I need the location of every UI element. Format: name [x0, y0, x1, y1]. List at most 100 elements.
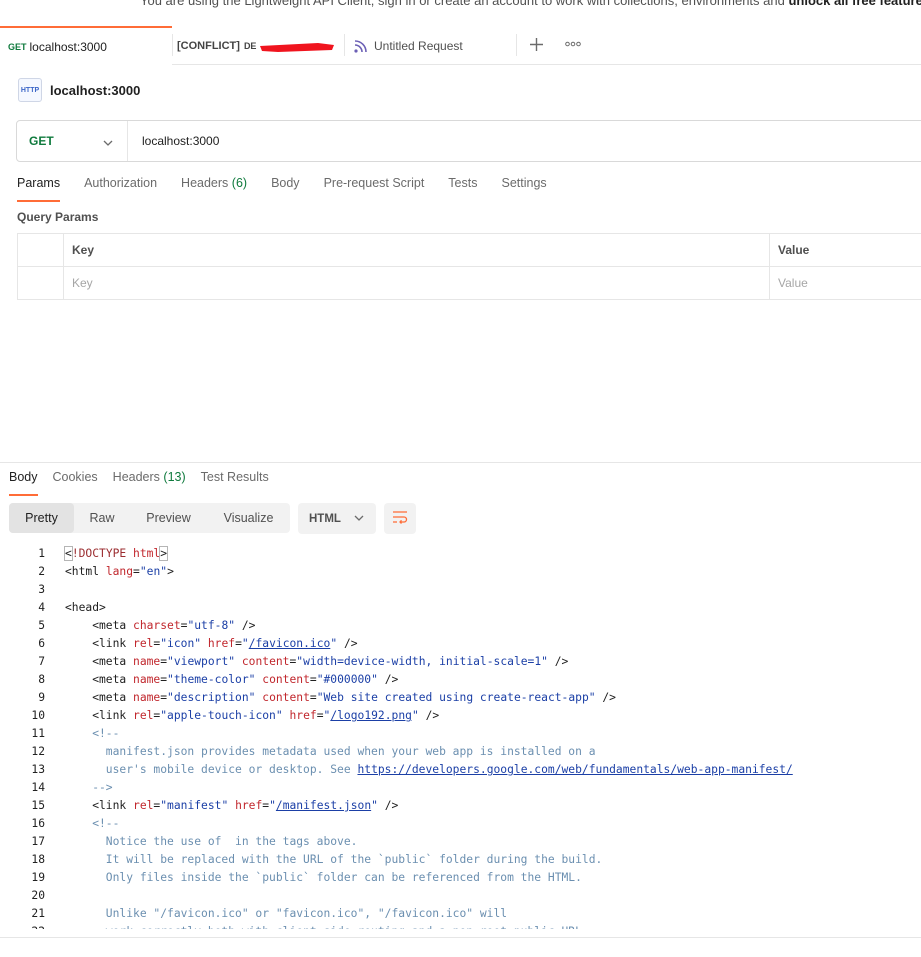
code-token: /> — [337, 637, 358, 650]
code-token: name — [133, 655, 161, 668]
code-link[interactable]: /favicon.ico — [249, 637, 331, 650]
tab-method-badge: GET — [8, 41, 27, 52]
tab-response-headers-label: Headers — [112, 470, 160, 484]
code-token: "theme-color" — [167, 673, 256, 686]
code-link[interactable]: /logo192.png — [330, 709, 412, 722]
line-number: 13 — [31, 763, 45, 776]
plus-icon[interactable] — [528, 36, 545, 56]
line-number: 22 — [0, 923, 45, 929]
language-value: HTML — [309, 512, 341, 525]
tab-body[interactable]: Body — [271, 176, 300, 202]
code-token: lang — [105, 565, 134, 578]
code-token: "utf-8" — [187, 619, 236, 632]
tab-tests[interactable]: Tests — [448, 176, 477, 202]
code-token: "description" — [167, 691, 256, 704]
code-token: <html — [65, 565, 106, 578]
code-link[interactable]: /manifest.json — [276, 799, 371, 812]
tab-response-body[interactable]: Body — [9, 470, 38, 496]
code-line: 7 <meta name="viewport" content="width=d… — [0, 653, 921, 671]
line-content: <!DOCTYPE html> — [45, 545, 169, 563]
tab-headers[interactable]: Headers (6) — [181, 176, 247, 202]
code-token: name — [133, 673, 161, 686]
line-number: 14 — [31, 781, 45, 794]
tab-test-results[interactable]: Test Results — [201, 470, 269, 496]
code-line: 6 <link rel="icon" href="/favicon.ico" /… — [0, 635, 921, 653]
method-select[interactable]: GET — [17, 121, 128, 161]
key-column-header: Key — [63, 234, 769, 266]
code-token: !DOCTYPE — [71, 547, 134, 560]
preview-button[interactable]: Preview — [130, 503, 207, 533]
line-content: user's mobile device or desktop. See htt… — [45, 761, 793, 779]
redaction-mark — [260, 43, 334, 52]
line-content: Only files inside the `public` folder ca… — [45, 869, 582, 887]
url-bar: GET localhost:3000 — [16, 120, 921, 162]
code-token: It will be replaced with the URL of the … — [65, 853, 603, 866]
line-content: work correctly both with client-side rou… — [45, 923, 589, 929]
code-token: = — [309, 691, 317, 704]
code-token: name — [133, 691, 161, 704]
code-line: 19 Only files inside the `public` folder… — [0, 869, 921, 887]
code-line: 16 <!-- — [0, 815, 921, 833]
code-line: 20 — [0, 887, 921, 905]
response-tabs: Body Cookies Headers (13) Test Results — [9, 470, 284, 496]
raw-button[interactable]: Raw — [74, 503, 130, 533]
tab-label: Untitled Request — [374, 38, 463, 53]
code-line: 15 <link rel="manifest" href="/manifest.… — [0, 797, 921, 815]
code-token: " — [411, 709, 419, 722]
banner-link[interactable]: unlock all free features in — [788, 0, 921, 8]
code-token: "apple-touch-icon" — [160, 709, 283, 722]
tab-params[interactable]: Params — [17, 176, 61, 202]
line-content: <meta name="description" content="Web si… — [45, 689, 616, 707]
pretty-button[interactable]: Pretty — [9, 503, 74, 533]
code-line: 8 <meta name="theme-color" content="#000… — [0, 671, 921, 689]
code-token: Notice the use of in the tags above. — [65, 835, 358, 848]
line-content: <link rel="manifest" href="/manifest.jso… — [45, 797, 398, 815]
tab-response-headers[interactable]: Headers (13) — [113, 470, 186, 496]
key-input[interactable]: Key — [63, 267, 769, 299]
pane-divider[interactable] — [0, 462, 921, 463]
code-token: rel — [133, 799, 154, 812]
more-horizontal-icon[interactable] — [565, 38, 581, 53]
row-checkbox-cell — [17, 267, 63, 299]
code-token: = — [316, 709, 324, 722]
request-title[interactable]: localhost:3000 — [50, 83, 140, 98]
wrap-lines-button[interactable] — [384, 503, 416, 534]
code-token: href — [289, 709, 317, 722]
tab-authorization[interactable]: Authorization — [84, 176, 157, 202]
code-token: manifest.json provides metadata used whe… — [65, 745, 596, 758]
code-line: 17 Notice the use of in the tags above. — [0, 833, 921, 851]
code-token: <meta — [65, 619, 134, 632]
line-number: 18 — [31, 853, 45, 866]
line-content: Notice the use of in the tags above. — [45, 833, 358, 851]
code-token: href — [207, 637, 236, 650]
code-line: 2 <html lang="en"> — [0, 563, 921, 581]
code-token: /> — [418, 709, 440, 722]
value-input[interactable]: Value — [769, 267, 921, 299]
bottom-divider — [0, 937, 921, 938]
request-tab-bar: GET localhost:3000 [CONFLICT] DE Untitle… — [0, 26, 921, 65]
line-content: <meta charset="utf-8" /> — [45, 617, 255, 635]
line-number: 10 — [31, 709, 45, 722]
response-code-viewer[interactable]: 1 <!DOCTYPE html> 2 <html lang="en"> 3 4 <head… — [0, 545, 921, 929]
code-link[interactable]: https://developers.google.com/web/fundam… — [357, 763, 792, 776]
code-token: content — [262, 691, 310, 704]
tab-pre-request-script[interactable]: Pre-request Script — [324, 176, 425, 202]
tab-untitled-request[interactable]: Untitled Request — [353, 26, 513, 65]
code-token: <!-- — [65, 817, 120, 830]
url-input[interactable]: localhost:3000 — [142, 134, 219, 148]
line-number: 6 — [38, 637, 45, 650]
tab-cookies[interactable]: Cookies — [53, 470, 98, 496]
language-select[interactable]: HTML — [298, 503, 376, 534]
tab-divider — [516, 34, 517, 56]
visualize-button[interactable]: Visualize — [207, 503, 290, 533]
request-header: HTTP localhost:3000 — [18, 78, 140, 102]
code-token: > — [159, 546, 169, 561]
code-token: user's mobile device or desktop. See — [65, 763, 358, 776]
line-number: 7 — [38, 655, 45, 668]
tab-localhost[interactable]: GET localhost:3000 — [0, 26, 172, 65]
code-token: "en" — [139, 565, 168, 578]
chevron-down-icon — [103, 134, 113, 149]
tab-settings[interactable]: Settings — [501, 176, 546, 202]
